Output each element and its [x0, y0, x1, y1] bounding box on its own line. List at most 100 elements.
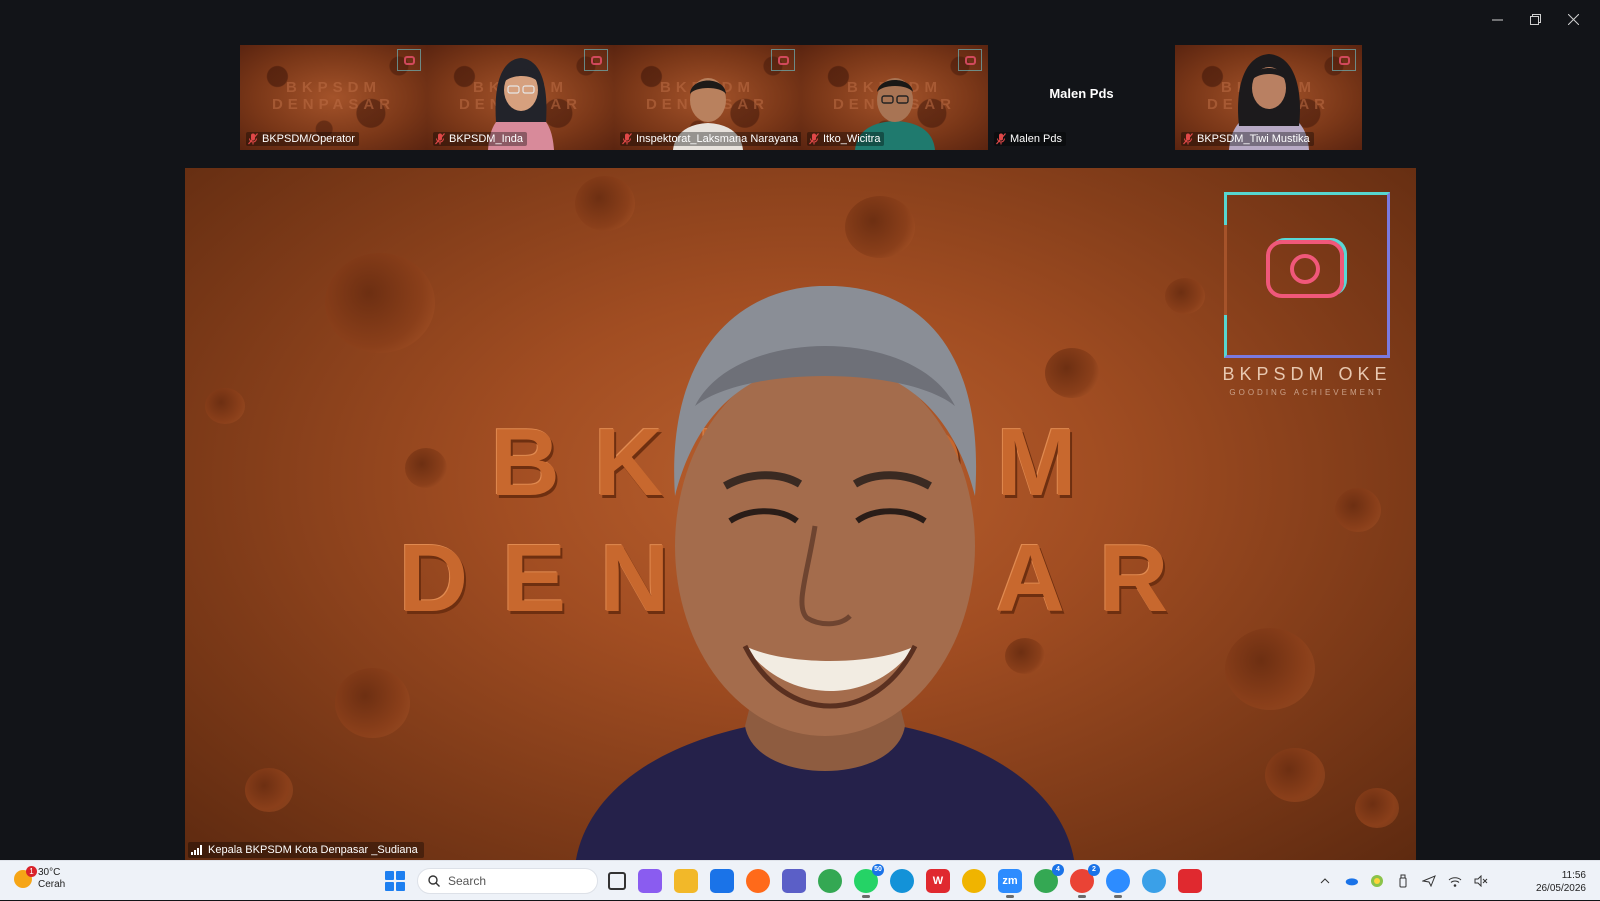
brand-line-1: BKPSDM [285, 79, 381, 96]
sun-icon: 1 [14, 866, 37, 888]
participant-name: Itko_Wicitra [823, 133, 881, 145]
participant-name-label: BKPSDM_Tiwi Mustika [1181, 132, 1314, 146]
mic-muted-icon [622, 133, 632, 145]
participant-name: Inspektorat_Laksmana Narayana [636, 133, 799, 145]
taskbar-apps: 50 Wzm 4 2 [608, 861, 1202, 901]
whatsapp-icon[interactable]: 50 [854, 864, 884, 898]
zoom-icon[interactable]: zm [998, 869, 1022, 898]
weather-widget[interactable]: 1 30°C Cerah [14, 866, 66, 891]
background-crater [1165, 278, 1205, 314]
participant-name: BKPSDM_Inda [449, 133, 523, 145]
weather-temperature: 30°C [38, 867, 61, 878]
participant-tile[interactable]: Malen Pds Malen Pds [988, 45, 1175, 150]
camera-logo-icon [397, 49, 421, 71]
wps-office-icon[interactable]: W [926, 869, 950, 893]
background-brand-text: BKPSDM DENPASAR [240, 79, 427, 113]
participant-name-label: Malen Pds [994, 132, 1066, 146]
background-crater [845, 196, 915, 258]
mic-muted-icon [996, 133, 1006, 145]
background-crater [245, 768, 293, 812]
participant-tile[interactable]: BKPSDM DENPASAR BKPSDM/Operator [240, 45, 427, 150]
signal-strength-icon [191, 845, 202, 855]
wifi-icon[interactable] [1448, 874, 1462, 888]
outlook-icon[interactable] [710, 869, 734, 893]
zoom-meeting-icon[interactable] [1106, 869, 1130, 898]
bkpsdm-oke-logo [1224, 192, 1390, 358]
background-crater [335, 668, 410, 738]
clock-date: 26/05/2026 [1535, 883, 1586, 894]
system-tray [1318, 861, 1488, 901]
minimize-icon[interactable] [1478, 8, 1516, 30]
windows-logo-icon [385, 871, 394, 880]
active-speaker-video[interactable]: BKPSDM DENPASAR BKPSDM OKE GOODING ACHIE… [185, 168, 1416, 860]
notification-badge: 4 [1052, 864, 1064, 876]
mic-muted-icon [435, 133, 445, 145]
background-crater [1265, 748, 1325, 802]
participant-name-label: Inspektorat_Laksmana Narayana [620, 132, 801, 146]
firefox-icon[interactable] [746, 869, 770, 893]
participant-name-label: Itko_Wicitra [807, 132, 885, 146]
participant-tile[interactable]: BKPSDM DENPASAR BKPSDM_Tiwi Mustika [1175, 45, 1362, 150]
camera-logo-icon [771, 49, 795, 71]
app-label: zm [1002, 875, 1018, 887]
participant-name-label: BKPSDM_Inda [433, 132, 527, 146]
brand-line-2: DENPASAR [271, 96, 396, 113]
volume-muted-icon[interactable] [1474, 874, 1488, 888]
start-button[interactable] [385, 871, 405, 891]
background-crater [575, 176, 635, 231]
windows-taskbar: 1 30°C Cerah Search 50 Wzm 4 2 11:56 26/05/… [0, 860, 1600, 900]
edge-icon[interactable] [890, 869, 914, 893]
security-icon[interactable] [1370, 874, 1384, 888]
taskbar-search-box[interactable]: Search [417, 868, 598, 894]
file-explorer-icon[interactable] [674, 869, 698, 893]
participant-name: Malen Pds [1010, 133, 1062, 145]
teams-icon[interactable] [782, 869, 806, 893]
app-label: W [932, 875, 944, 887]
task-view-icon[interactable] [608, 872, 626, 890]
participant-name-label: BKPSDM/Operator [246, 132, 359, 146]
chrome-profile-1-icon[interactable]: 4 [1034, 864, 1064, 893]
participant-gallery-strip: BKPSDM DENPASAR BKPSDM/Operator BKPSDM D… [240, 45, 1362, 150]
background-crater [1225, 628, 1315, 710]
system-clock[interactable]: 11:56 26/05/2026 [1536, 869, 1586, 895]
mic-muted-icon [1183, 133, 1193, 145]
participant-tile[interactable]: BKPSDM DENPASAR BKPSDM_Inda [427, 45, 614, 150]
snipping-tool-icon[interactable] [1178, 869, 1202, 893]
copilot-icon[interactable] [638, 869, 662, 893]
chevron-up-icon[interactable] [1318, 874, 1332, 888]
chrome-profile-2-icon[interactable]: 2 [1070, 864, 1100, 898]
clock-time: 11:56 [1561, 870, 1586, 881]
notification-badge: 1 [26, 866, 37, 877]
window-controls [1478, 8, 1592, 30]
notification-badge: 2 [1088, 864, 1100, 876]
location-icon[interactable] [1422, 874, 1436, 888]
mic-muted-icon [248, 133, 258, 145]
search-placeholder: Search [448, 874, 487, 888]
weather-condition: Cerah [38, 879, 66, 890]
logo-text: BKPSDM OKE [1222, 364, 1392, 384]
notification-badge: 50 [872, 864, 884, 876]
speaker-name: Kepala BKPSDM Kota Denpasar _Sudiana [208, 844, 418, 856]
participant-tile[interactable]: BKPSDM DENPASAR Inspektorat_Laksmana Nar… [614, 45, 801, 150]
camera-logo-icon [584, 49, 608, 71]
background-crater [325, 253, 435, 353]
chrome-alt-icon[interactable] [962, 869, 986, 893]
speaker-video-person [576, 286, 1074, 860]
participant-name: BKPSDM_Tiwi Mustika [1197, 133, 1310, 145]
close-icon[interactable] [1554, 8, 1592, 30]
onedrive-icon[interactable] [1344, 874, 1358, 888]
participant-name: BKPSDM/Operator [262, 133, 355, 145]
mic-muted-icon [809, 133, 819, 145]
app-globe-icon[interactable] [1142, 869, 1166, 893]
background-crater [1355, 788, 1399, 828]
restore-icon[interactable] [1516, 8, 1554, 30]
usb-icon[interactable] [1396, 874, 1410, 888]
camera-logo-icon [1266, 240, 1344, 298]
logo-subtext: GOODING ACHIEVEMENT [1229, 388, 1385, 397]
meeting-window: BKPSDM DENPASAR BKPSDM/Operator BKPSDM D… [0, 0, 1600, 860]
camera-logo-icon [1332, 49, 1356, 71]
speaker-name-label: Kepala BKPSDM Kota Denpasar _Sudiana [188, 842, 424, 858]
chrome-icon[interactable] [818, 869, 842, 893]
participant-tile[interactable]: BKPSDM DENPASAR Itko_Wicitra [801, 45, 988, 150]
search-icon [428, 875, 440, 887]
